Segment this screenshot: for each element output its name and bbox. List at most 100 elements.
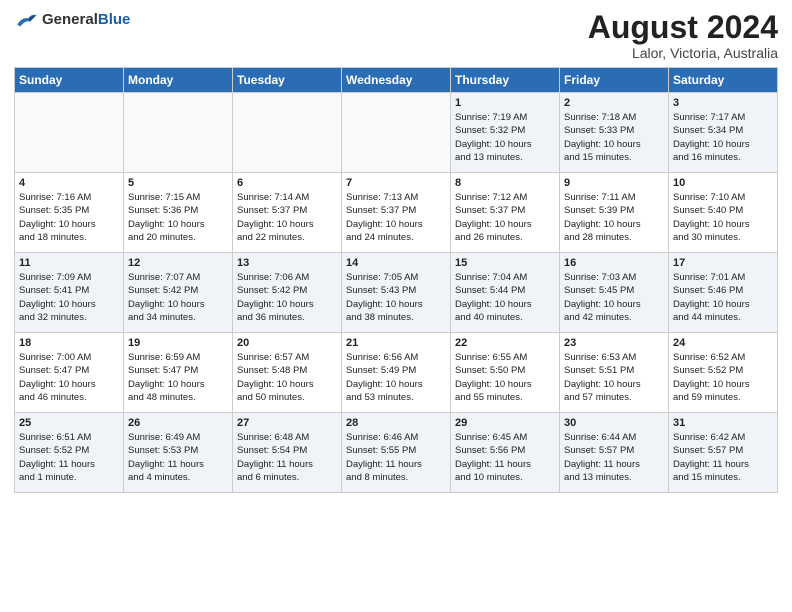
logo: GeneralBlue [14, 10, 130, 30]
day-info: Sunrise: 6:55 AM Sunset: 5:50 PM Dayligh… [455, 351, 555, 404]
day-number: 8 [455, 177, 555, 189]
logo-blue: Blue [98, 11, 131, 28]
calendar-cell: 7 Sunrise: 7:13 AM Sunset: 5:37 PM Daylig… [342, 173, 451, 253]
day-info: Sunrise: 7:18 AM Sunset: 5:33 PM Dayligh… [564, 111, 664, 164]
calendar-cell: 9Sunrise: 7:11 AM Sunset: 5:39 PM Daylig… [560, 173, 669, 253]
calendar-cell: 27Sunrise: 6:48 AM Sunset: 5:54 PM Dayli… [233, 413, 342, 493]
day-number: 1 [455, 97, 555, 109]
day-info: Sunrise: 7:00 AM Sunset: 5:47 PM Dayligh… [19, 351, 119, 404]
day-info: Sunrise: 7:13 AM Sunset: 5:37 PM Dayligh… [346, 191, 446, 244]
header-tuesday: Tuesday [233, 68, 342, 93]
day-number: 7 [346, 177, 446, 189]
day-info: Sunrise: 7:04 AM Sunset: 5:44 PM Dayligh… [455, 271, 555, 324]
calendar-cell: 3 Sunrise: 7:17 AM Sunset: 5:34 PM Daylig… [669, 93, 778, 173]
calendar-cell: 23 Sunrise: 6:53 AM Sunset: 5:51 PM Dayli… [560, 333, 669, 413]
calendar-cell: 11 Sunrise: 7:09 AM Sunset: 5:41 PM Dayli… [15, 253, 124, 333]
day-info: Sunrise: 6:42 AM Sunset: 5:57 PM Dayligh… [673, 431, 773, 484]
title-area: August 2024 Lalor, Victoria, Australia [588, 10, 778, 61]
calendar-cell [15, 93, 124, 173]
day-info: Sunrise: 7:06 AM Sunset: 5:42 PM Dayligh… [237, 271, 337, 324]
day-number: 30 [564, 417, 664, 429]
day-number: 18 [19, 337, 119, 349]
calendar-cell: 2 Sunrise: 7:18 AM Sunset: 5:33 PM Daylig… [560, 93, 669, 173]
day-info: Sunrise: 7:16 AM Sunset: 5:35 PM Dayligh… [19, 191, 119, 244]
calendar-cell: 4 Sunrise: 7:16 AM Sunset: 5:35 PM Daylig… [15, 173, 124, 253]
calendar-table: Sunday Monday Tuesday Wednesday Thursday… [14, 67, 778, 493]
day-info: Sunrise: 7:09 AM Sunset: 5:41 PM Dayligh… [19, 271, 119, 324]
calendar-cell: 20 Sunrise: 6:57 AM Sunset: 5:48 PM Dayli… [233, 333, 342, 413]
day-number: 29 [455, 417, 555, 429]
calendar-cell: 8Sunrise: 7:12 AM Sunset: 5:37 PM Daylig… [451, 173, 560, 253]
day-info: Sunrise: 6:51 AM Sunset: 5:52 PM Dayligh… [19, 431, 119, 484]
day-number: 12 [128, 257, 228, 269]
calendar-week-row: 1 Sunrise: 7:19 AM Sunset: 5:32 PM Daylig… [15, 93, 778, 173]
day-number: 14 [346, 257, 446, 269]
header-wednesday: Wednesday [342, 68, 451, 93]
calendar-header-row: Sunday Monday Tuesday Wednesday Thursday… [15, 68, 778, 93]
calendar-cell: 18 Sunrise: 7:00 AM Sunset: 5:47 PM Dayli… [15, 333, 124, 413]
calendar-week-row: 4 Sunrise: 7:16 AM Sunset: 5:35 PM Daylig… [15, 173, 778, 253]
calendar-cell: 16Sunrise: 7:03 AM Sunset: 5:45 PM Dayli… [560, 253, 669, 333]
day-number: 22 [455, 337, 555, 349]
day-number: 26 [128, 417, 228, 429]
calendar-week-row: 11 Sunrise: 7:09 AM Sunset: 5:41 PM Dayli… [15, 253, 778, 333]
day-info: Sunrise: 7:15 AM Sunset: 5:36 PM Dayligh… [128, 191, 228, 244]
calendar-cell [124, 93, 233, 173]
calendar-cell: 17Sunrise: 7:01 AM Sunset: 5:46 PM Dayli… [669, 253, 778, 333]
calendar-cell: 1 Sunrise: 7:19 AM Sunset: 5:32 PM Daylig… [451, 93, 560, 173]
day-number: 5 [128, 177, 228, 189]
day-info: Sunrise: 6:57 AM Sunset: 5:48 PM Dayligh… [237, 351, 337, 404]
calendar-cell: 6 Sunrise: 7:14 AM Sunset: 5:37 PM Daylig… [233, 173, 342, 253]
calendar-cell: 22 Sunrise: 6:55 AM Sunset: 5:50 PM Dayli… [451, 333, 560, 413]
day-number: 23 [564, 337, 664, 349]
day-number: 20 [237, 337, 337, 349]
calendar-cell [342, 93, 451, 173]
day-info: Sunrise: 6:56 AM Sunset: 5:49 PM Dayligh… [346, 351, 446, 404]
day-number: 21 [346, 337, 446, 349]
calendar-cell: 13 Sunrise: 7:06 AM Sunset: 5:42 PM Dayli… [233, 253, 342, 333]
day-number: 28 [346, 417, 446, 429]
day-info: Sunrise: 7:17 AM Sunset: 5:34 PM Dayligh… [673, 111, 773, 164]
day-info: Sunrise: 6:46 AM Sunset: 5:55 PM Dayligh… [346, 431, 446, 484]
calendar-cell: 14 Sunrise: 7:05 AM Sunset: 5:43 PM Dayli… [342, 253, 451, 333]
day-number: 25 [19, 417, 119, 429]
calendar-cell: 12Sunrise: 7:07 AM Sunset: 5:42 PM Dayli… [124, 253, 233, 333]
day-number: 9 [564, 177, 664, 189]
header-monday: Monday [124, 68, 233, 93]
day-info: Sunrise: 6:45 AM Sunset: 5:56 PM Dayligh… [455, 431, 555, 484]
header-friday: Friday [560, 68, 669, 93]
day-number: 2 [564, 97, 664, 109]
day-info: Sunrise: 6:53 AM Sunset: 5:51 PM Dayligh… [564, 351, 664, 404]
day-number: 10 [673, 177, 773, 189]
page: GeneralBlue August 2024 Lalor, Victoria,… [0, 0, 792, 503]
day-number: 27 [237, 417, 337, 429]
day-number: 31 [673, 417, 773, 429]
day-info: Sunrise: 6:49 AM Sunset: 5:53 PM Dayligh… [128, 431, 228, 484]
day-number: 6 [237, 177, 337, 189]
calendar-cell [233, 93, 342, 173]
day-number: 4 [19, 177, 119, 189]
day-info: Sunrise: 7:03 AM Sunset: 5:45 PM Dayligh… [564, 271, 664, 324]
day-info: Sunrise: 7:19 AM Sunset: 5:32 PM Dayligh… [455, 111, 555, 164]
day-number: 24 [673, 337, 773, 349]
day-number: 19 [128, 337, 228, 349]
day-number: 15 [455, 257, 555, 269]
day-info: Sunrise: 7:05 AM Sunset: 5:43 PM Dayligh… [346, 271, 446, 324]
day-info: Sunrise: 7:14 AM Sunset: 5:37 PM Dayligh… [237, 191, 337, 244]
calendar-cell: 5 Sunrise: 7:15 AM Sunset: 5:36 PM Daylig… [124, 173, 233, 253]
day-number: 13 [237, 257, 337, 269]
header-saturday: Saturday [669, 68, 778, 93]
calendar-cell: 25 Sunrise: 6:51 AM Sunset: 5:52 PM Dayli… [15, 413, 124, 493]
day-info: Sunrise: 6:59 AM Sunset: 5:47 PM Dayligh… [128, 351, 228, 404]
logo-icon [14, 10, 38, 30]
day-info: Sunrise: 6:52 AM Sunset: 5:52 PM Dayligh… [673, 351, 773, 404]
day-number: 11 [19, 257, 119, 269]
day-number: 17 [673, 257, 773, 269]
calendar-cell: 10Sunrise: 7:10 AM Sunset: 5:40 PM Dayli… [669, 173, 778, 253]
calendar-cell: 24 Sunrise: 6:52 AM Sunset: 5:52 PM Dayli… [669, 333, 778, 413]
calendar-cell: 29 Sunrise: 6:45 AM Sunset: 5:56 PM Dayli… [451, 413, 560, 493]
calendar-body: 1 Sunrise: 7:19 AM Sunset: 5:32 PM Daylig… [15, 93, 778, 493]
calendar-cell: 28 Sunrise: 6:46 AM Sunset: 5:55 PM Dayli… [342, 413, 451, 493]
day-number: 3 [673, 97, 773, 109]
calendar-cell: 15 Sunrise: 7:04 AM Sunset: 5:44 PM Dayli… [451, 253, 560, 333]
